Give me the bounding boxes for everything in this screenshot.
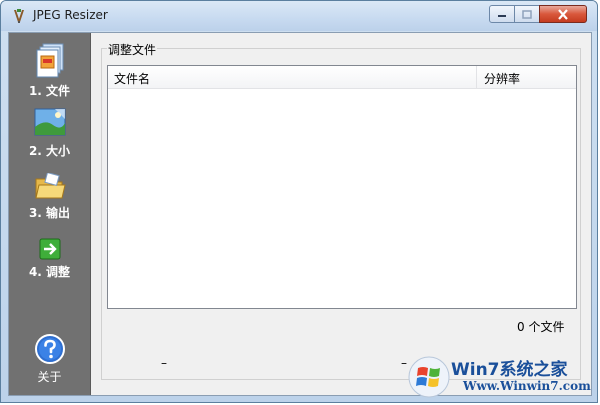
column-header-filename[interactable]: 文件名: [114, 70, 150, 87]
sidebar-item-file[interactable]: 1. 文件: [9, 43, 90, 99]
column-header-resolution[interactable]: 分辨率: [484, 70, 520, 87]
picture-icon: [34, 108, 65, 136]
sidebar: 1. 文件 2. 大小 3. 输出 4. 调整 关于: [9, 33, 91, 395]
sidebar-item-label: 2. 大小: [28, 144, 71, 158]
app-icon: [14, 9, 24, 23]
sidebar-item-label: 3. 输出: [28, 206, 71, 220]
file-count: 0 个文件: [517, 320, 565, 334]
list-header: 文件名 分辨率: [108, 66, 576, 89]
document-icon: [36, 43, 63, 78]
sidebar-item-size[interactable]: 2. 大小: [9, 107, 90, 159]
watermark-brand: Win7系统之家: [451, 360, 568, 380]
about-label: 关于: [37, 370, 62, 384]
panel-title: 调整文件: [107, 41, 158, 58]
sidebar-item-adjust[interactable]: 4. 调整: [9, 238, 90, 280]
column-separator[interactable]: [476, 66, 477, 88]
close-icon: [558, 8, 568, 20]
sidebar-item-output[interactable]: 3. 输出: [9, 173, 90, 221]
folder-icon: [34, 173, 66, 199]
close-button[interactable]: [539, 5, 587, 23]
about-button[interactable]: 关于: [9, 333, 90, 385]
green-arrow-icon: [39, 238, 60, 260]
watermark: Win7系统之家 Www.Winwin7.com: [407, 351, 597, 402]
watermark-url: Www.Winwin7.com: [463, 379, 591, 393]
file-list[interactable]: 文件名 分辨率: [107, 65, 577, 309]
sidebar-item-label: 1. 文件: [28, 84, 71, 98]
client-area: 1. 文件 2. 大小 3. 输出 4. 调整 关于 调整文件 文件名 分辨率 …: [8, 32, 592, 396]
help-icon: [34, 334, 65, 364]
window-title: JPEG Resizer: [33, 8, 108, 22]
title-bar[interactable]: JPEG Resizer: [1, 1, 597, 31]
windows-logo-icon: [408, 356, 450, 398]
maximize-icon: [522, 9, 532, 19]
sidebar-item-label: 4. 调整: [28, 265, 71, 279]
app-window: JPEG Resizer 1. 文件 2. 大小 3. 输出 4. 调整 关于 …: [0, 0, 598, 403]
maximize-button[interactable]: [514, 5, 540, 23]
minimize-icon: [498, 15, 506, 17]
status-left: –: [161, 356, 167, 370]
minimize-button[interactable]: [489, 5, 515, 23]
